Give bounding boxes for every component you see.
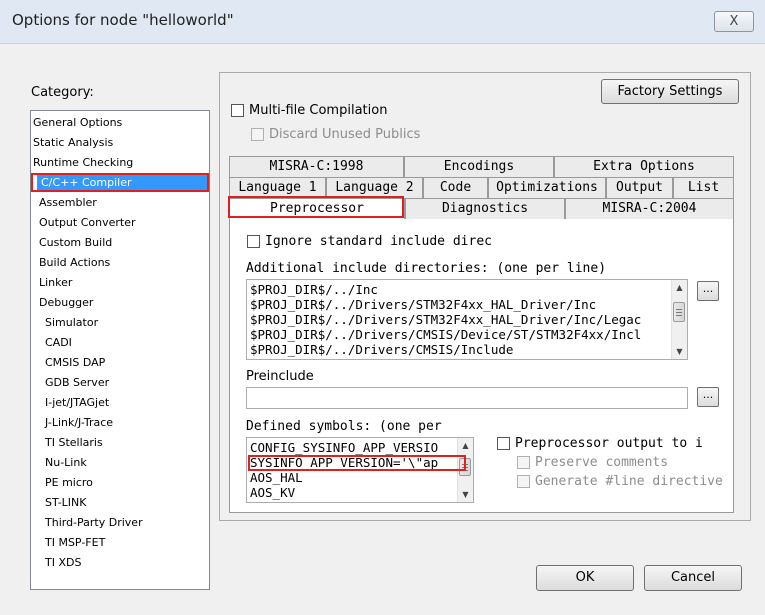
- tab-extra-options[interactable]: Extra Options: [554, 156, 734, 177]
- symbol-line: AOS_HAL: [250, 470, 303, 485]
- scroll-thumb[interactable]: [459, 458, 471, 476]
- scroll-up-arrow-icon[interactable]: ▲: [458, 438, 473, 453]
- additional-include-label: Additional include directories: (one per…: [246, 261, 607, 276]
- category-item-ti-msp-fet[interactable]: TI MSP-FET: [45, 535, 105, 551]
- close-button[interactable]: X: [714, 11, 754, 32]
- category-item-j-link-j-trace[interactable]: J-Link/J-Trace: [45, 415, 113, 431]
- category-item-cadi[interactable]: CADI: [45, 335, 72, 351]
- category-item-general-options[interactable]: General Options: [33, 115, 122, 131]
- close-icon: X: [729, 14, 739, 29]
- tab-code[interactable]: Code: [423, 177, 488, 198]
- scroll-down-arrow-icon[interactable]: ▼: [672, 344, 687, 359]
- include-dirs-scrollbar[interactable]: ▲ ▼: [671, 280, 687, 359]
- tab-optimizations[interactable]: Optimizations: [488, 177, 606, 198]
- tab-language-1[interactable]: Language 1: [229, 177, 326, 198]
- preserve-comments-label: Preserve comments: [535, 455, 669, 470]
- symbol-line: CONFIG_SYSINFO_APP_VERSIO: [250, 440, 439, 455]
- preserve-comments-checkbox: [517, 456, 530, 469]
- cancel-button[interactable]: Cancel: [644, 565, 742, 591]
- scroll-up-arrow-icon[interactable]: ▲: [672, 280, 687, 295]
- preinclude-browse-button[interactable]: ...: [697, 387, 719, 407]
- tab-encodings[interactable]: Encodings: [404, 156, 554, 177]
- scroll-down-arrow-icon[interactable]: ▼: [458, 487, 473, 502]
- category-item-c-c-compiler[interactable]: C/C++ Compiler: [37, 175, 209, 191]
- include-dirs-browse-button[interactable]: ...: [697, 281, 719, 301]
- category-item-custom-build[interactable]: Custom Build: [39, 235, 112, 251]
- multi-file-compilation-label: Multi-file Compilation: [249, 103, 388, 118]
- category-item-st-link[interactable]: ST-LINK: [45, 495, 86, 511]
- ignore-standard-include-checkbox[interactable]: [247, 235, 260, 248]
- category-item-assembler[interactable]: Assembler: [39, 195, 97, 211]
- generate-line-directive-checkbox: [517, 475, 530, 488]
- include-dir-line: $PROJ_DIR$/../Drivers/STM32F4xx_HAL_Driv…: [250, 297, 597, 312]
- include-directories-textbox[interactable]: $PROJ_DIR$/../Inc $PROJ_DIR$/../Drivers/…: [246, 279, 688, 360]
- symbols-scrollbar[interactable]: ▲ ▼: [457, 438, 473, 502]
- category-item-i-jet-jtagjet[interactable]: I-jet/JTAGjet: [45, 395, 109, 411]
- category-list[interactable]: General Options Static Analysis Runtime Ch…: [30, 110, 210, 590]
- defined-symbols-textbox[interactable]: CONFIG_SYSINFO_APP_VERSIO SYSINFO_APP_VE…: [246, 437, 474, 503]
- ignore-standard-include-label: Ignore standard include direc: [265, 234, 492, 249]
- scroll-thumb[interactable]: [673, 302, 685, 322]
- factory-settings-button[interactable]: Factory Settings: [601, 79, 739, 104]
- category-label: Category:: [31, 85, 94, 100]
- discard-unused-publics-checkbox: [251, 128, 264, 141]
- generate-line-directive-label: Generate #line directive: [535, 474, 723, 489]
- tab-preprocessor[interactable]: Preprocessor: [229, 198, 405, 219]
- multi-file-compilation-checkbox[interactable]: [231, 104, 244, 117]
- tab-list[interactable]: List: [673, 177, 734, 198]
- tab-diagnostics[interactable]: Diagnostics: [405, 198, 565, 219]
- tab-language-2[interactable]: Language 2: [326, 177, 423, 198]
- category-item-runtime-checking[interactable]: Runtime Checking: [33, 155, 133, 171]
- ok-button[interactable]: OK: [536, 565, 634, 591]
- category-item-cmsis-dap[interactable]: CMSIS DAP: [45, 355, 105, 371]
- preinclude-input[interactable]: [246, 387, 688, 409]
- symbol-line: AOS_KV: [250, 485, 296, 500]
- category-item-nu-link[interactable]: Nu-Link: [45, 455, 87, 471]
- window-title: Options for node "helloworld": [12, 11, 234, 29]
- category-item-third-party-driver[interactable]: Third-Party Driver: [45, 515, 143, 531]
- preinclude-label: Preinclude: [246, 369, 314, 384]
- category-item-build-actions[interactable]: Build Actions: [39, 255, 110, 271]
- symbol-line: SYSINFO_APP_VERSION='\"ap: [250, 455, 439, 470]
- preprocessor-output-checkbox[interactable]: [497, 437, 510, 450]
- category-item-gdb-server[interactable]: GDB Server: [45, 375, 109, 391]
- category-item-simulator[interactable]: Simulator: [45, 315, 98, 331]
- category-item-ti-stellaris[interactable]: TI Stellaris: [45, 435, 103, 451]
- include-dir-line: $PROJ_DIR$/../Drivers/CMSIS/Include: [250, 342, 514, 357]
- tab-misra-c-2004[interactable]: MISRA-C:2004: [565, 198, 734, 219]
- preprocessor-output-label: Preprocessor output to i: [515, 436, 703, 451]
- include-dir-line: $PROJ_DIR$/../Drivers/CMSIS/Device/ST/ST…: [250, 327, 642, 342]
- include-dir-line: $PROJ_DIR$/../Inc: [250, 282, 378, 297]
- category-item-debugger[interactable]: Debugger: [39, 295, 93, 311]
- category-item-pe-micro[interactable]: PE micro: [45, 475, 93, 491]
- discard-unused-publics-label: Discard Unused Publics: [269, 127, 421, 142]
- include-dir-line: $PROJ_DIR$/../Drivers/STM32F4xx_HAL_Driv…: [250, 312, 642, 327]
- defined-symbols-label: Defined symbols: (one per: [246, 419, 442, 434]
- tab-output[interactable]: Output: [606, 177, 673, 198]
- tab-misra-c-1998[interactable]: MISRA-C:1998: [229, 156, 404, 177]
- category-item-linker[interactable]: Linker: [39, 275, 72, 291]
- category-item-output-converter[interactable]: Output Converter: [39, 215, 136, 231]
- category-item-ti-xds[interactable]: TI XDS: [45, 555, 81, 571]
- category-item-static-analysis[interactable]: Static Analysis: [33, 135, 113, 151]
